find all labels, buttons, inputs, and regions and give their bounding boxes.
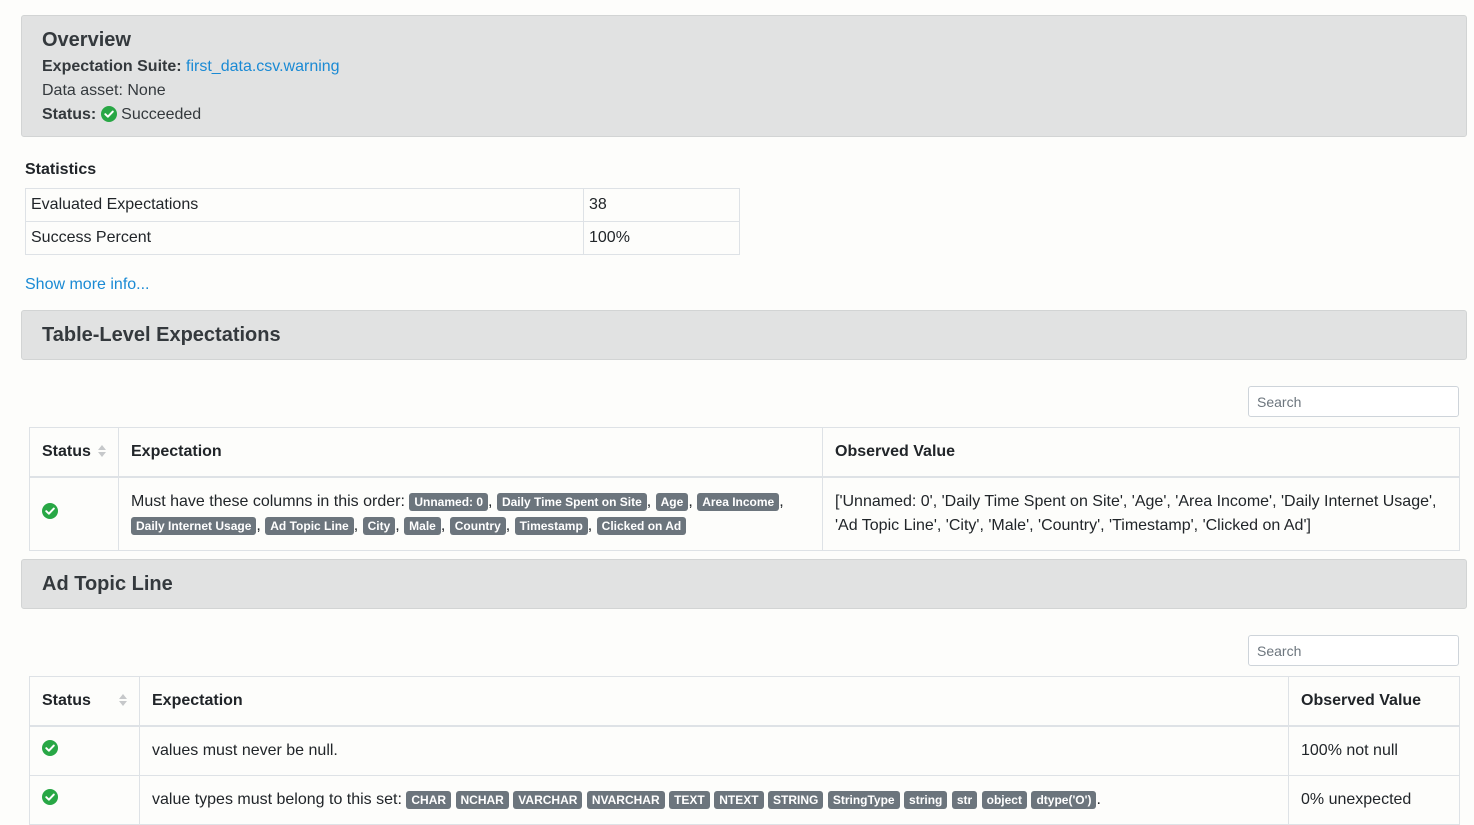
table-row: Must have these columns in this order: U… (29, 476, 1460, 551)
statistics-table: Evaluated Expectations 38 Success Percen… (25, 188, 740, 255)
observed-value-cell: 100% not null (1288, 725, 1460, 776)
column-badge: Clicked on Ad (596, 516, 687, 535)
stat-label: Success Percent (25, 221, 584, 255)
status-column-header[interactable]: Status (29, 676, 140, 727)
column-badge: Daily Internet Usage (131, 516, 257, 535)
column-badge: Country (449, 516, 506, 535)
table-row: Success Percent 100% (25, 221, 740, 255)
sort-icon (119, 694, 127, 706)
stat-value: 100% (583, 221, 740, 255)
type-badge: object (981, 790, 1027, 809)
column-badge: Daily Time Spent on Site (496, 492, 647, 511)
observed-value-cell: ['Unnamed: 0', 'Daily Time Spent on Site… (822, 476, 1460, 551)
type-badge: VARCHAR (513, 790, 583, 809)
status-line: Status: Succeeded (42, 103, 1446, 130)
section-header-ad-topic-line: Ad Topic Line (21, 559, 1467, 609)
status-label: Status: (42, 106, 97, 123)
type-badge: STRING (768, 790, 824, 809)
overview-title: Overview (42, 29, 131, 51)
expectation-cell: value types must belong to this set: CHA… (139, 774, 1289, 825)
stat-label: Evaluated Expectations (25, 188, 584, 222)
expectation-text: value types must belong to this set: (152, 790, 402, 808)
status-cell (29, 725, 140, 776)
expectation-column-header[interactable]: Expectation (118, 427, 823, 478)
type-badge: str (951, 790, 978, 809)
sort-icon (98, 445, 106, 457)
status-value: Succeeded (121, 106, 202, 123)
observed-value-cell: 0% unexpected (1288, 774, 1460, 825)
status-cell (29, 774, 140, 825)
data-asset-line: Data asset: None (42, 82, 166, 99)
type-badge: NTEXT (714, 790, 764, 809)
check-circle-icon (42, 789, 58, 810)
column-badge: Unnamed: 0 (409, 492, 489, 511)
type-badge: CHAR (406, 790, 452, 809)
table-row: values must never be null. 100% not null (29, 725, 1460, 776)
table-header-row: Status Expectation Observed Value (29, 427, 1460, 478)
stat-value: 38 (583, 188, 740, 222)
column-badge: Age (655, 492, 689, 511)
search-input[interactable] (1248, 635, 1459, 666)
expectation-cell: values must never be null. (139, 725, 1289, 776)
section-title: Ad Topic Line (42, 572, 173, 595)
observed-value-column-header[interactable]: Observed Value (1288, 676, 1460, 727)
observed-value-column-header[interactable]: Observed Value (822, 427, 1460, 478)
type-badge: NVARCHAR (586, 790, 665, 809)
column-badge: Ad Topic Line (265, 516, 354, 535)
column-badge: Area Income (697, 492, 780, 511)
expectation-suite-line: Expectation Suite: first_data.csv.warnin… (42, 55, 1446, 79)
show-more-info-link[interactable]: Show more info... (25, 276, 150, 294)
suite-link[interactable]: first_data.csv.warning (186, 58, 340, 75)
expectation-column-header[interactable]: Expectation (139, 676, 1289, 727)
overview-card: Overview Expectation Suite: first_data.c… (21, 15, 1467, 137)
column-badge: City (362, 516, 396, 535)
expectations-table: Status Expectation Observed Value Must h… (29, 427, 1460, 551)
check-circle-icon (42, 740, 58, 761)
statistics-title: Statistics (25, 161, 97, 178)
column-badge: Male (404, 516, 441, 535)
type-badge: dtype('O') (1031, 790, 1097, 809)
status-cell (29, 476, 119, 551)
type-badge: TEXT (669, 790, 710, 809)
type-badge: StringType (827, 790, 900, 809)
suite-label: Expectation Suite: (42, 58, 182, 75)
expectation-text: Must have these columns in this order: (131, 492, 405, 510)
type-badge: NCHAR (455, 790, 509, 809)
type-badge: string (904, 790, 948, 809)
table-row: Evaluated Expectations 38 (25, 188, 740, 222)
expectation-cell: Must have these columns in this order: U… (118, 476, 823, 551)
table-row: value types must belong to this set: CHA… (29, 774, 1460, 825)
check-circle-icon (100, 106, 117, 130)
expectations-table: Status Expectation Observed Value values… (29, 676, 1460, 825)
table-header-row: Status Expectation Observed Value (29, 676, 1460, 727)
status-column-header[interactable]: Status (29, 427, 119, 478)
search-input[interactable] (1248, 386, 1459, 417)
section-title: Table-Level Expectations (42, 323, 281, 346)
check-circle-icon (42, 503, 58, 524)
section-header-table-level: Table-Level Expectations (21, 310, 1467, 360)
column-badge: Timestamp (514, 516, 588, 535)
